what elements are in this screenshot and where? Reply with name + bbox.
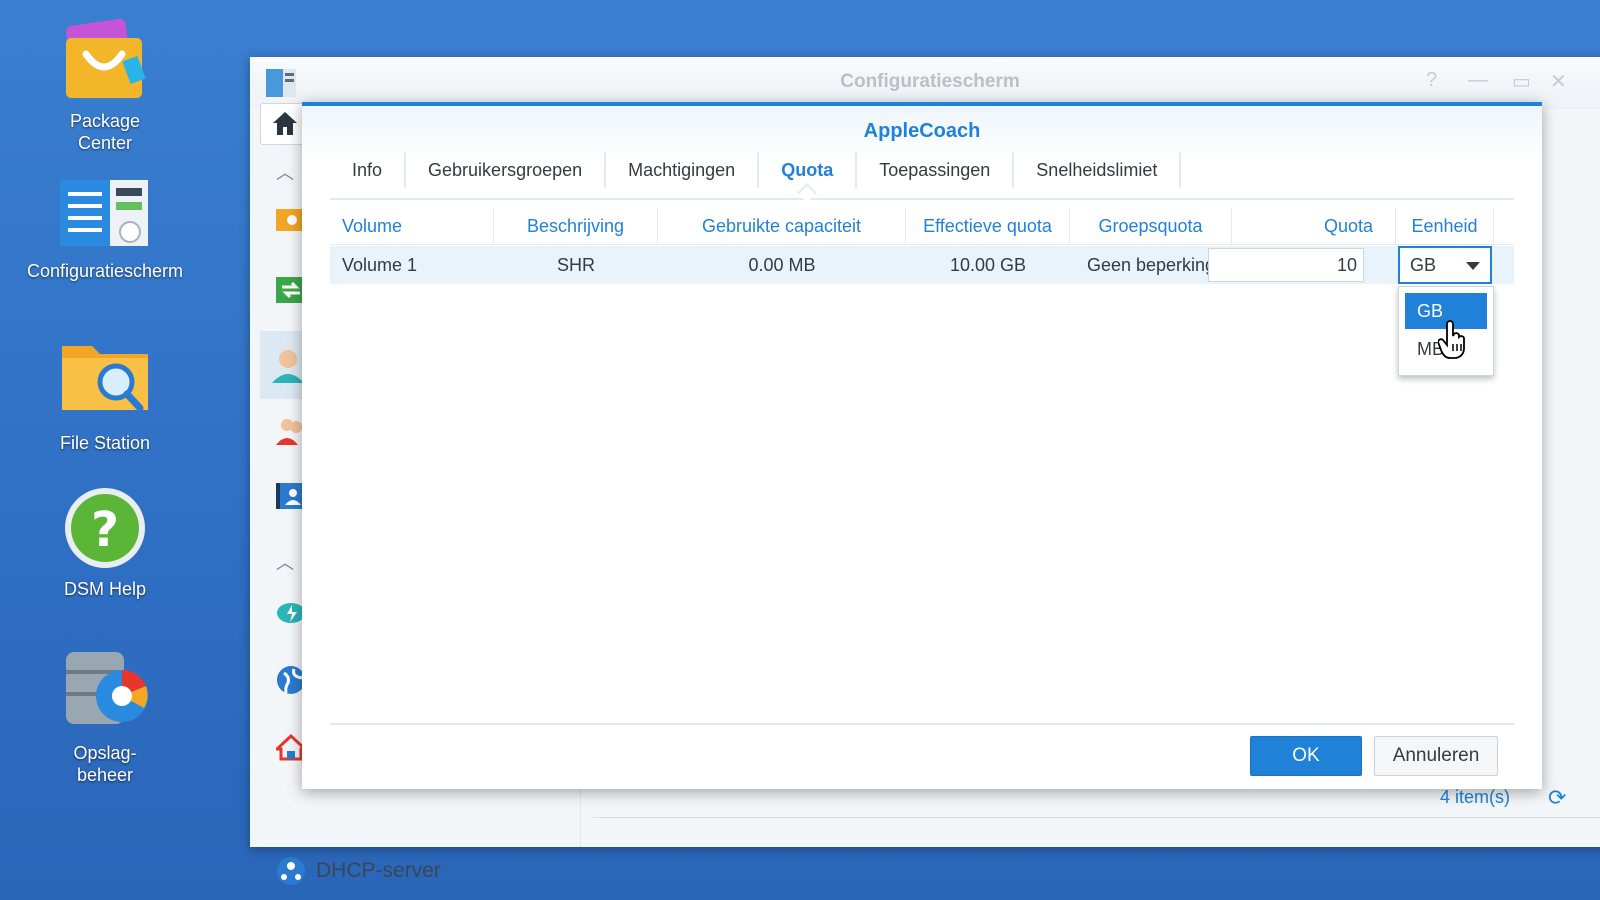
- control-panel-icon: [60, 178, 150, 268]
- column-header-volume[interactable]: Volume: [330, 208, 494, 244]
- column-header-effective-quota[interactable]: Effectieve quota: [906, 208, 1070, 244]
- column-header-group-quota[interactable]: Groepsquota: [1070, 208, 1232, 244]
- tab-bar: Info Gebruikersgroepen Machtigingen Quot…: [330, 152, 1514, 200]
- storage-manager-icon: [60, 646, 150, 736]
- dhcp-server-icon: [277, 857, 305, 885]
- dsm-help-icon: ?: [60, 486, 150, 576]
- sidebar-item-dhcp-server[interactable]: DHCP-server: [276, 854, 441, 888]
- desktop-icon-package-center[interactable]: Package Center: [20, 14, 190, 154]
- package-center-icon: [60, 14, 150, 104]
- unit-select[interactable]: GB: [1398, 246, 1492, 284]
- dialog-title: AppleCoach: [863, 120, 981, 142]
- cell-used-capacity: 0.00 MB: [748, 255, 816, 275]
- file-station-icon: [60, 336, 150, 426]
- quota-input[interactable]: [1208, 248, 1364, 282]
- user-edit-dialog: AppleCoach Info Gebruikersgroepen Machti…: [302, 102, 1542, 789]
- window-title: Configuratiescherm: [840, 71, 1020, 92]
- tab-user-groups[interactable]: Gebruikersgroepen: [406, 152, 607, 188]
- refresh-icon[interactable]: ⟳: [1548, 785, 1566, 811]
- desktop-icon-storage-manager[interactable]: Opslag- beheer: [20, 646, 190, 786]
- help-icon[interactable]: ?: [1426, 69, 1437, 92]
- desktop-icon-control-panel[interactable]: Configuratiescherm: [20, 178, 190, 282]
- cell-volume: Volume 1: [342, 255, 418, 275]
- ok-button[interactable]: OK: [1250, 736, 1362, 776]
- footer-divider: [330, 723, 1514, 725]
- desktop-icon-label: File Station: [59, 433, 151, 453]
- svg-text:?: ?: [91, 502, 119, 558]
- column-header-description[interactable]: Beschrijving: [494, 208, 658, 244]
- tab-info[interactable]: Info: [330, 152, 407, 188]
- tab-quota[interactable]: Quota: [759, 152, 858, 188]
- maximize-icon[interactable]: ▭: [1512, 69, 1531, 94]
- desktop-icon-dsm-help[interactable]: ? DSM Help: [20, 486, 190, 600]
- desktop-icon-file-station[interactable]: File Station: [20, 336, 190, 454]
- tab-speed-limit[interactable]: Snelheidslimiet: [1014, 152, 1182, 188]
- items-count: 4 item(s): [1440, 787, 1511, 807]
- column-header-quota[interactable]: Quota: [1232, 208, 1396, 244]
- column-header-used-capacity[interactable]: Gebruikte capaciteit: [658, 208, 906, 244]
- desktop-icon-label: DSM Help: [63, 579, 147, 599]
- minimize-icon[interactable]: —: [1468, 69, 1488, 92]
- divider: [593, 817, 1600, 818]
- unit-select-value: GB: [1410, 255, 1437, 275]
- cancel-button[interactable]: Annuleren: [1374, 736, 1498, 776]
- hand-cursor-icon: [1437, 320, 1468, 360]
- desktop-icon-label: Package Center: [69, 111, 141, 153]
- cell-effective-quota: 10.00 GB: [949, 255, 1027, 275]
- close-icon[interactable]: ✕: [1550, 69, 1567, 94]
- column-header-unit[interactable]: Eenheid: [1396, 208, 1494, 244]
- tab-applications[interactable]: Toepassingen: [857, 152, 1015, 188]
- cell-description: SHR: [556, 255, 595, 275]
- chevron-up-icon[interactable]: ︿: [276, 549, 294, 575]
- chevron-up-icon[interactable]: ︿: [276, 159, 294, 185]
- tab-permissions[interactable]: Machtigingen: [606, 152, 760, 188]
- sidebar-item-label: DHCP-server: [316, 859, 441, 882]
- chevron-down-icon[interactable]: [1466, 262, 1480, 270]
- desktop-icon-label: Opslag- beheer: [73, 743, 137, 785]
- table-header: Volume Beschrijving Gebruikte capaciteit…: [330, 208, 1514, 245]
